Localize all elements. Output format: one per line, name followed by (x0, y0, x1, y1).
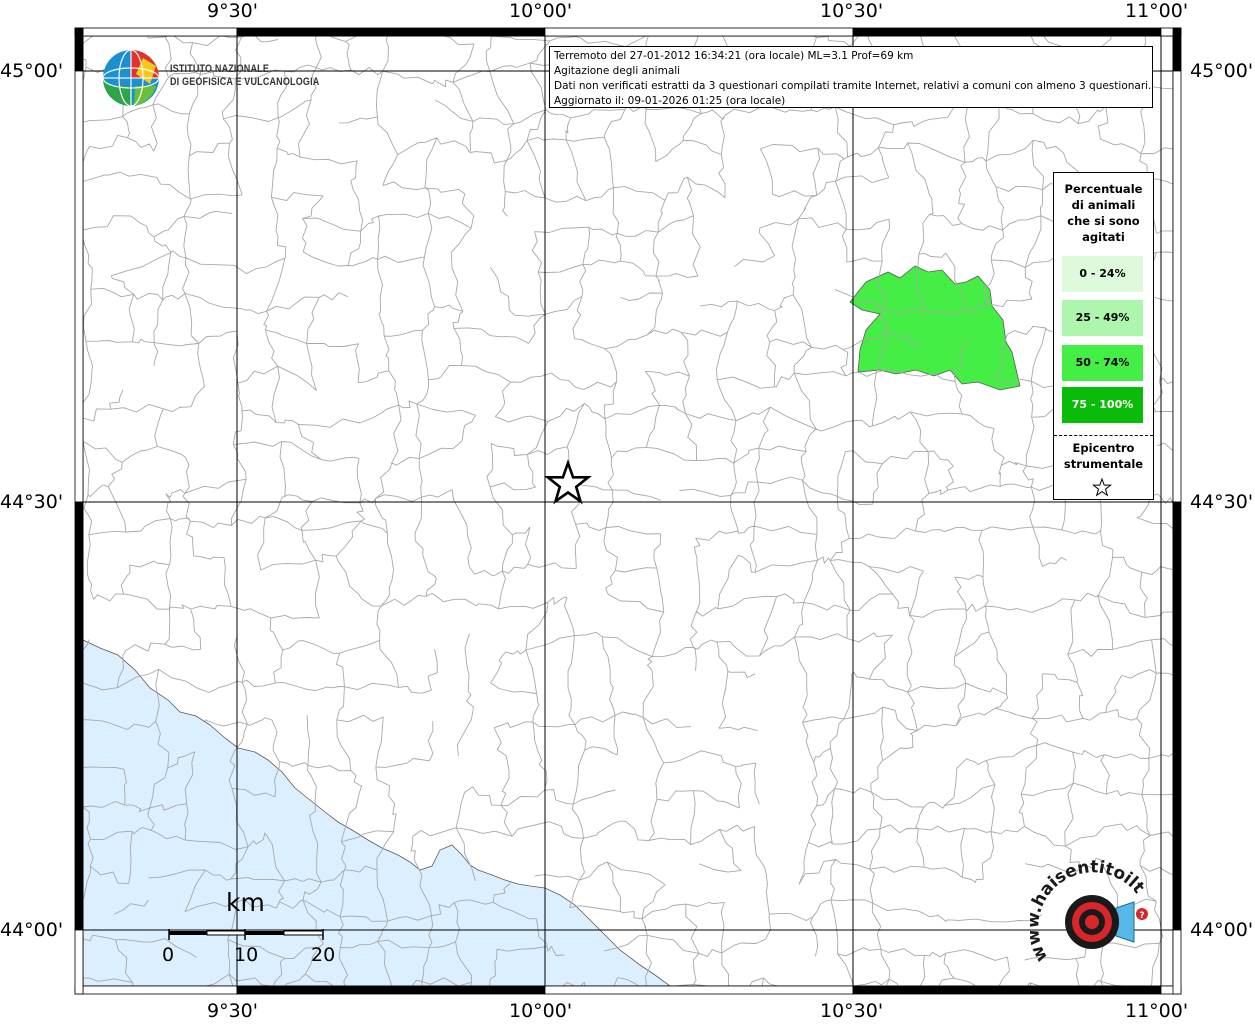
frame-segment (82, 985, 238, 995)
frame-segment (852, 985, 1162, 995)
map-subject: Agitazione degli animali (554, 65, 681, 77)
frame-segment (1172, 70, 1182, 503)
legend-title: Percentuale di animali che si sono agita… (1054, 181, 1153, 245)
top-lon-label: 10°30' (820, 0, 884, 22)
frame-segment (544, 985, 854, 995)
legend-class-1: 25 - 49% (1062, 300, 1143, 336)
frame-segment (236, 985, 546, 995)
left-lat-label: 44°30' (0, 491, 64, 513)
legend-title-line: di animali (1071, 198, 1136, 212)
right-lat-label: 45°00' (1190, 60, 1254, 82)
star-outline-icon (1091, 477, 1113, 497)
legend-class-0: 0 - 24% (1062, 256, 1143, 292)
frame-segment (236, 27, 546, 37)
left-lat-label: 45°00' (0, 60, 64, 82)
legend-epicenter-line: Epicentro (1072, 441, 1135, 455)
haisentito-logo: www.haisentitoilterremoto.it ? (1030, 860, 1148, 965)
bottom-lon-label: 9°30' (207, 1000, 258, 1022)
update-time: Aggiornato il: 09-01-2026 01:25 (ora loc… (554, 95, 786, 107)
map-legend: Percentuale di animali che si sono agita… (1053, 172, 1154, 500)
frame-segment (74, 70, 84, 503)
scale-label-10: 10 (234, 944, 259, 966)
frame-segment (1172, 501, 1182, 931)
data-note: Dati non verificati estratti da 3 questi… (554, 80, 1152, 92)
right-lat-label: 44°30' (1190, 491, 1254, 513)
ingv-line-2: DI GEOFISICA E VULCANOLOGIA (170, 76, 320, 88)
frame-segment (74, 929, 84, 995)
legend-separator (1054, 435, 1153, 436)
frame-segment (1172, 929, 1182, 995)
right-lat-label: 44°00' (1190, 919, 1254, 941)
left-lat-label: 44°00' (0, 919, 64, 941)
frame-segment (74, 27, 84, 72)
top-lon-label: 9°30' (207, 0, 258, 22)
frame-segment (544, 27, 854, 37)
scale-unit: km (226, 888, 265, 917)
frame-segment (74, 501, 84, 931)
event-title: Terremoto del 27-01-2012 16:34:21 (ora l… (554, 50, 914, 62)
scale-label-20: 20 (311, 944, 336, 966)
legend-epicenter-line: strumentale (1063, 457, 1144, 471)
top-lon-label: 10°00' (509, 0, 573, 22)
frame-segment (852, 27, 1162, 37)
bottom-lon-label: 10°00' (509, 1000, 573, 1022)
ingv-logo-text: ISTITUTO NAZIONALE DI GEOFISICA E VULCAN… (170, 63, 319, 89)
bottom-lon-label: 10°30' (820, 1000, 884, 1022)
legend-class-2: 50 - 74% (1062, 345, 1143, 381)
ingv-globe-logo (102, 49, 160, 107)
event-info-box: Terremoto del 27-01-2012 16:34:21 (ora l… (549, 46, 1153, 108)
bottom-lon-label: 11°00' (1125, 1000, 1189, 1022)
legend-epicenter-label: Epicentro strumentale (1054, 440, 1153, 472)
ingv-line-1: ISTITUTO NAZIONALE (170, 63, 270, 75)
legend-title-line: Percentuale (1064, 182, 1143, 196)
svg-text:?: ? (1139, 911, 1144, 921)
scale-label-0: 0 (162, 944, 175, 966)
top-lon-label: 11°00' (1125, 0, 1189, 22)
frame-segment (82, 27, 238, 37)
legend-title-line: agitati (1082, 230, 1125, 244)
frame-segment (1172, 27, 1182, 72)
legend-class-3: 75 - 100% (1062, 387, 1143, 423)
legend-title-line: che si sono (1067, 214, 1140, 228)
